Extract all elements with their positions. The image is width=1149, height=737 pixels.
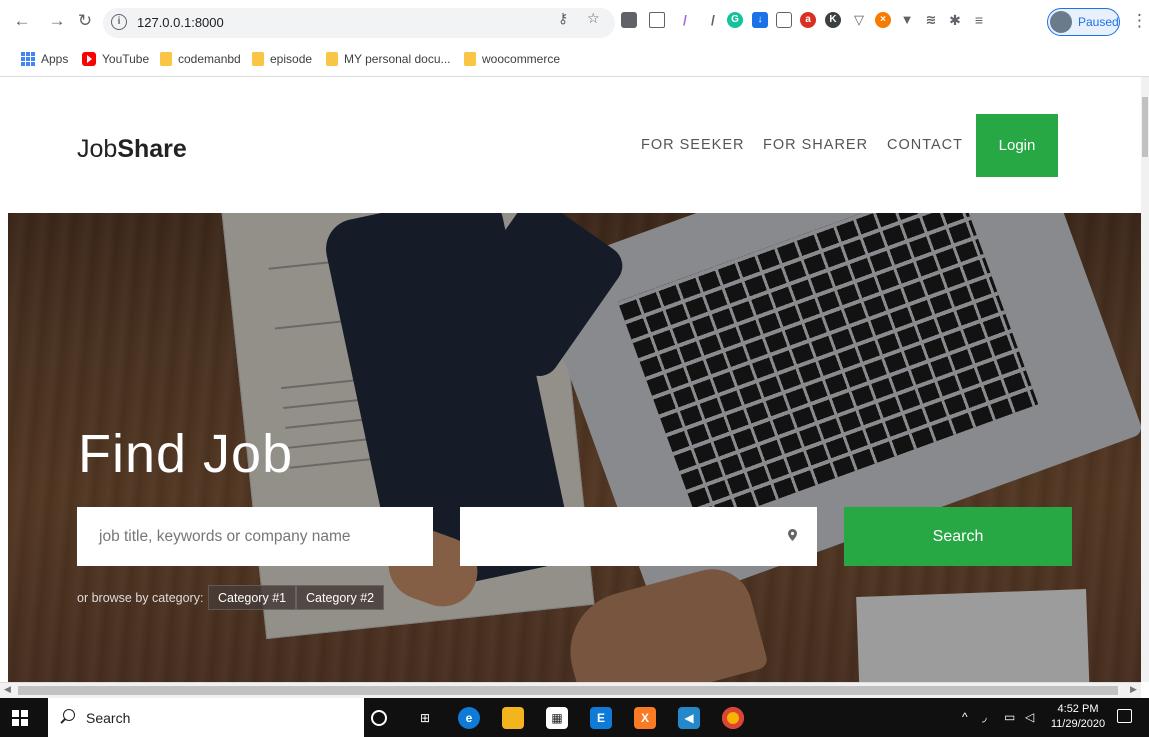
back-icon[interactable]: ← bbox=[12, 11, 32, 31]
folder-icon bbox=[326, 52, 338, 66]
reading-list-icon[interactable]: ≡ bbox=[971, 12, 987, 28]
bookmark-codemanbd[interactable]: codemanbd bbox=[160, 52, 241, 66]
apps-grid-icon bbox=[21, 52, 35, 66]
taskbar-search-text: Search bbox=[86, 710, 131, 726]
task-view-icon[interactable]: ⊞ bbox=[414, 707, 436, 729]
nav-for-seeker[interactable]: FOR SEEKER bbox=[641, 137, 744, 153]
scroll-right-icon[interactable]: ▶ bbox=[1130, 684, 1137, 695]
bookmarks-bar: Apps YouTube codemanbd episode MY person… bbox=[0, 44, 1149, 77]
site-logo[interactable]: JobShare bbox=[77, 135, 187, 164]
bookmark-label: woocommerce bbox=[482, 52, 561, 66]
tray-overflow-icon[interactable]: ^ bbox=[962, 710, 968, 724]
taskbar-search-box[interactable]: Search bbox=[48, 698, 364, 737]
download-extension-icon[interactable]: ↓ bbox=[752, 12, 768, 28]
logo-light-text: Job bbox=[77, 135, 118, 163]
horizontal-scrollbar[interactable]: ◀ ▶ bbox=[0, 682, 1141, 698]
lock-extension-icon[interactable]: a bbox=[800, 12, 816, 28]
eyedropper-extension-icon[interactable]: / bbox=[705, 12, 721, 28]
chrome-icon[interactable] bbox=[722, 707, 744, 729]
hero-title: Find Job bbox=[78, 424, 294, 484]
camera-extension-icon[interactable] bbox=[776, 12, 792, 28]
bookmark-label: MY personal docu... bbox=[344, 52, 451, 66]
bookmark-episode[interactable]: episode bbox=[252, 52, 312, 66]
horizontal-scroll-thumb[interactable] bbox=[18, 686, 1118, 695]
folder-icon bbox=[160, 52, 172, 66]
vertical-scrollbar[interactable] bbox=[1141, 77, 1149, 682]
browse-category-label: or browse by category: bbox=[77, 591, 204, 605]
login-button[interactable]: Login bbox=[976, 114, 1058, 177]
url-text: 127.0.0.1:8000 bbox=[137, 15, 224, 30]
bookmark-youtube[interactable]: YouTube bbox=[82, 52, 149, 66]
vue-extension-icon[interactable]: ▼ bbox=[899, 12, 915, 28]
avatar bbox=[1050, 11, 1072, 33]
hero-section: Find Job job title, keywords or company … bbox=[8, 213, 1141, 682]
scroll-left-icon[interactable]: ◀ bbox=[4, 684, 11, 695]
grammarly-extension-icon[interactable]: G bbox=[727, 12, 743, 28]
search-icon bbox=[63, 709, 75, 721]
forward-icon[interactable]: → bbox=[47, 11, 67, 31]
folder-icon bbox=[464, 52, 476, 66]
vue-devtools-extension-icon[interactable]: ▽ bbox=[851, 12, 867, 28]
site-info-icon[interactable]: i bbox=[111, 14, 127, 30]
profile-status: Paused bbox=[1078, 15, 1119, 29]
key-icon[interactable]: ⚷ bbox=[558, 10, 568, 27]
keyword-search-input[interactable]: job title, keywords or company name bbox=[77, 507, 433, 566]
youtube-icon bbox=[82, 52, 96, 66]
logo-bold-text: Share bbox=[117, 135, 187, 163]
network-icon[interactable]: ◞ bbox=[982, 710, 987, 724]
editor-icon[interactable]: E bbox=[590, 707, 612, 729]
k-extension-icon[interactable]: K bbox=[825, 12, 841, 28]
nav-contact[interactable]: CONTACT bbox=[887, 137, 963, 153]
volume-icon[interactable]: ◁ bbox=[1025, 710, 1034, 724]
cortana-icon[interactable] bbox=[371, 710, 387, 726]
puzzle-extensions-icon[interactable]: ✱ bbox=[947, 12, 963, 28]
clock-time: 4:52 PM bbox=[1057, 703, 1099, 715]
bookmark-label: codemanbd bbox=[178, 52, 241, 66]
windows-start-icon[interactable] bbox=[12, 710, 28, 726]
bookmark-label: YouTube bbox=[102, 52, 150, 66]
vertical-scroll-thumb[interactable] bbox=[1142, 97, 1148, 157]
shield-extension-icon[interactable] bbox=[621, 12, 637, 28]
clock-date: 11/29/2020 bbox=[1050, 718, 1106, 730]
notification-icon[interactable] bbox=[1117, 709, 1132, 723]
bookmark-label: episode bbox=[270, 52, 313, 66]
category-2-button[interactable]: Category #2 bbox=[296, 585, 385, 610]
address-bar[interactable]: i 127.0.0.1:8000 bbox=[103, 8, 615, 38]
xampp-icon[interactable]: X bbox=[634, 707, 656, 729]
wappalyzer-extension-icon[interactable]: ≋ bbox=[923, 12, 939, 28]
windows-taskbar: Search ⊞ e ▦ E X ◀ ^ ◞ ▭ ◁ 4:52 PM 11/29… bbox=[0, 698, 1149, 737]
bookmark-label: Apps bbox=[41, 52, 69, 66]
search-button[interactable]: Search bbox=[844, 507, 1072, 566]
nav-for-sharer[interactable]: FOR SHARER bbox=[763, 137, 868, 153]
browser-menu-icon[interactable]: ⋮ bbox=[1131, 11, 1148, 31]
category-1-button[interactable]: Category #1 bbox=[208, 585, 297, 610]
blocker-extension-icon[interactable]: × bbox=[875, 12, 891, 28]
file-explorer-icon[interactable] bbox=[502, 707, 524, 729]
bookmark-apps[interactable]: Apps bbox=[21, 52, 68, 66]
system-clock[interactable]: 4:52 PM 11/29/2020 bbox=[1048, 702, 1108, 732]
site-header: JobShare FOR SEEKER FOR SHARER CONTACT L… bbox=[0, 77, 1141, 213]
battery-icon[interactable]: ▭ bbox=[1004, 710, 1015, 724]
location-pin-icon bbox=[788, 529, 797, 541]
location-input[interactable] bbox=[460, 507, 817, 566]
screenshot-extension-icon[interactable] bbox=[649, 12, 665, 28]
bookmark-woocommerce[interactable]: woocommerce bbox=[464, 52, 560, 66]
folder-icon bbox=[252, 52, 264, 66]
edge-icon[interactable]: e bbox=[458, 707, 480, 729]
web-page: JobShare FOR SEEKER FOR SHARER CONTACT L… bbox=[0, 77, 1141, 682]
bookmark-star-icon[interactable]: ☆ bbox=[587, 10, 600, 27]
store-icon[interactable]: ▦ bbox=[546, 707, 568, 729]
vscode-icon[interactable]: ◀ bbox=[678, 707, 700, 729]
reload-icon[interactable]: ↻ bbox=[75, 11, 95, 31]
pen-extension-icon[interactable]: / bbox=[677, 12, 693, 28]
profile-button[interactable]: Paused bbox=[1047, 8, 1120, 36]
bookmark-personal-docs[interactable]: MY personal docu... bbox=[326, 52, 451, 66]
browser-toolbar: ← → ↻ i 127.0.0.1:8000 ⚷ ☆ / / G ↓ a K ▽… bbox=[0, 0, 1149, 44]
